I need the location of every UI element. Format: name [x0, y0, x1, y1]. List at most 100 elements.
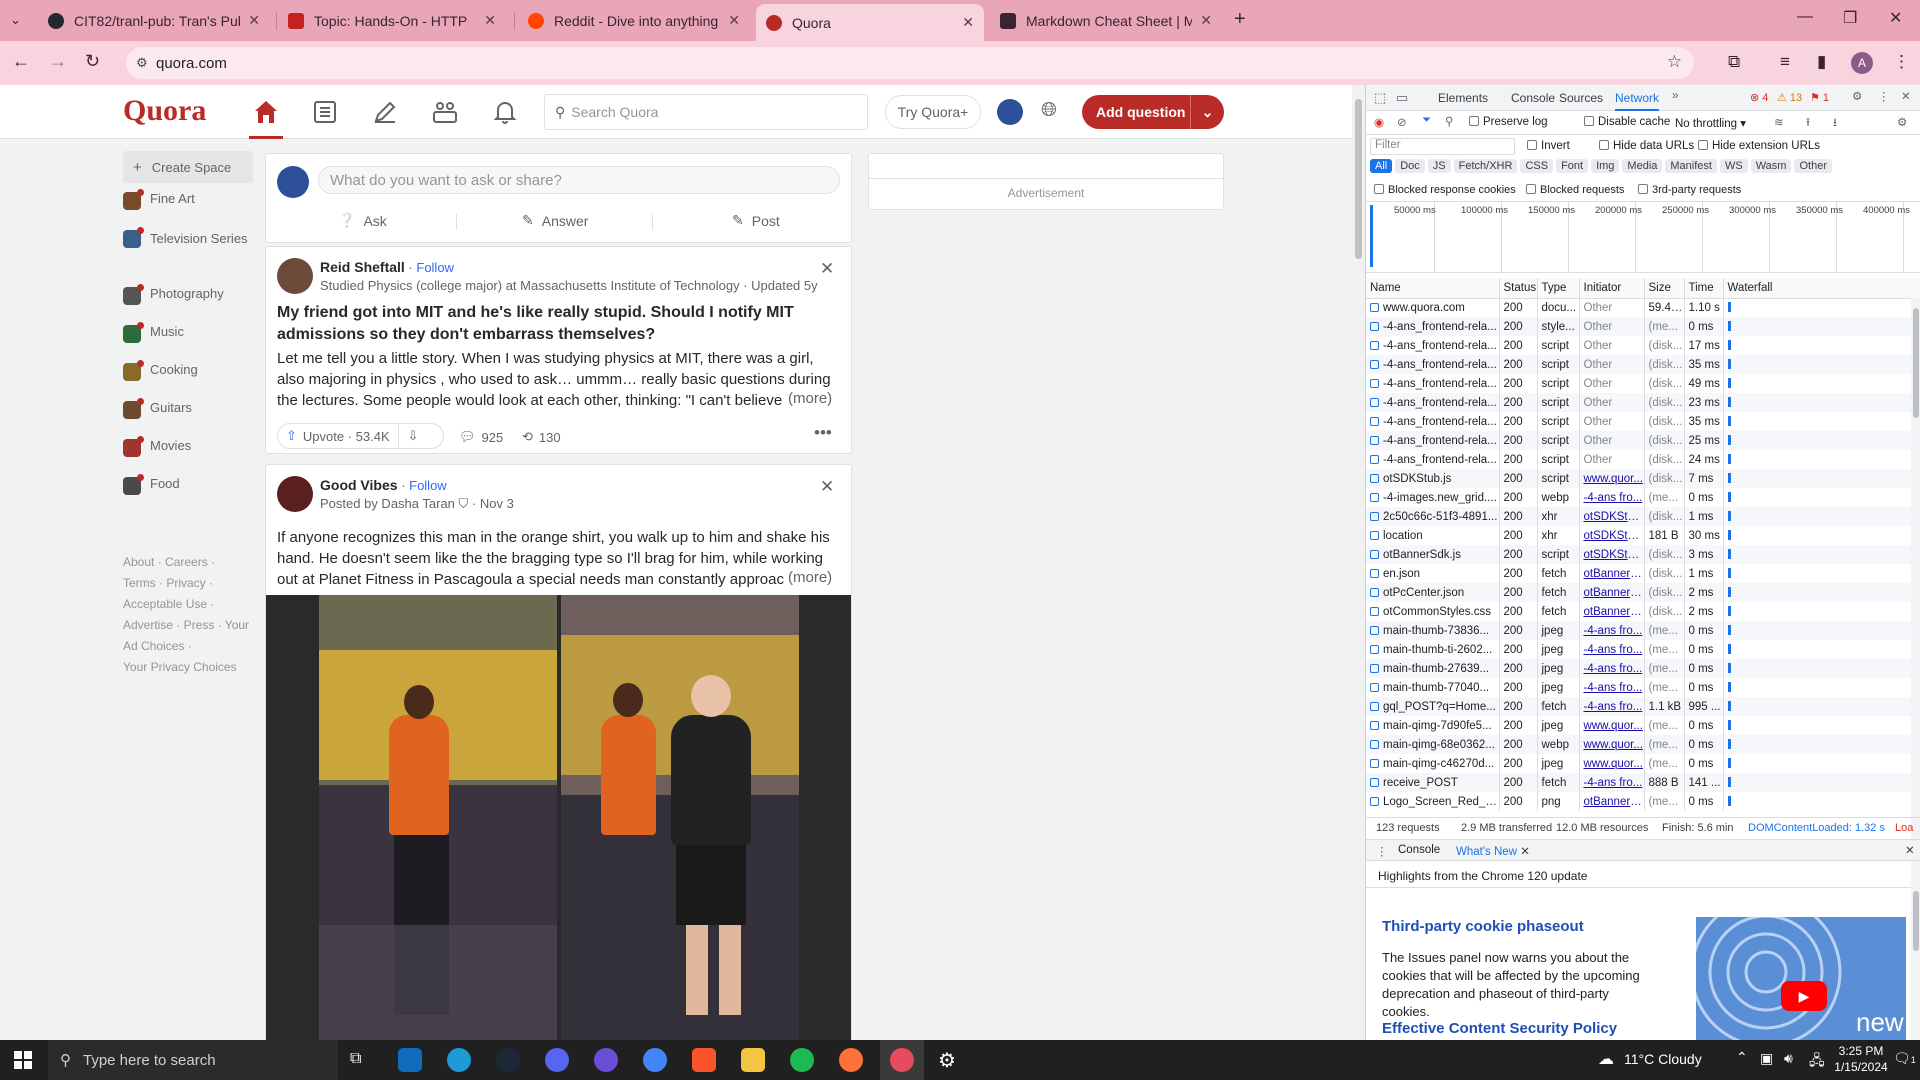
feature-heading[interactable]: Third-party cookie phaseout	[1382, 918, 1584, 935]
table-row[interactable]: -4-ans_frontend-rela... 200 script Other (di…	[1366, 336, 1920, 355]
import-har-icon[interactable]: ⭱	[1806, 115, 1810, 134]
column-header-name[interactable]: Name	[1366, 278, 1500, 299]
footer-link[interactable]: About · Careers ·	[123, 552, 253, 573]
tab-sources[interactable]: Sources	[1559, 91, 1603, 105]
chrome-active-app-icon[interactable]	[890, 1048, 914, 1072]
notifications-nav-icon[interactable]	[485, 97, 525, 127]
play-icon[interactable]: ▶	[1781, 981, 1827, 1011]
filter-chip-img[interactable]: Img	[1591, 159, 1620, 173]
file-explorer-icon[interactable]	[741, 1048, 765, 1072]
warnings-counter[interactable]: ⚠ 13	[1777, 91, 1802, 104]
table-row[interactable]: otCommonStyles.css 200 fetch otBannerS... (d…	[1366, 602, 1920, 621]
sidebar-item-fine-art[interactable]: Fine Art	[123, 189, 253, 229]
close-tab-icon[interactable]: ✕	[1520, 846, 1530, 858]
close-tab-icon[interactable]: ✕	[962, 14, 974, 31]
add-question-button[interactable]: Add question ⌄	[1082, 95, 1224, 129]
close-drawer-icon[interactable]: ✕	[1905, 843, 1915, 857]
table-row[interactable]: www.quora.com 200 docu... Other 59.4 ... 1.10…	[1366, 298, 1920, 317]
quora-logo[interactable]: Quora	[123, 94, 206, 128]
table-row[interactable]: -4-ans_frontend-rela... 200 script Other (di…	[1366, 355, 1920, 374]
filter-input[interactable]: Filter	[1370, 138, 1515, 155]
answer-button[interactable]: ✎ Answer	[522, 212, 588, 229]
footer-link[interactable]: Terms · Privacy ·	[123, 573, 253, 594]
following-nav-icon[interactable]	[305, 97, 345, 127]
close-window-icon[interactable]: ✕	[1889, 8, 1902, 28]
footer-link[interactable]: Acceptable Use ·	[123, 594, 253, 615]
inspect-element-icon[interactable]: ⬚	[1374, 90, 1386, 106]
space-avatar[interactable]	[277, 476, 313, 512]
close-icon[interactable]: ✕	[820, 259, 834, 279]
forward-icon[interactable]: →	[49, 51, 67, 72]
media-controls-icon[interactable]: ≡	[1780, 52, 1790, 72]
posted-by[interactable]: Posted by Dasha Taran	[320, 496, 455, 511]
filter-icon[interactable]: ⏷	[1422, 114, 1431, 127]
drawer-tab-whats-new[interactable]: What's New ✕	[1456, 844, 1530, 858]
browser-tab[interactable]: Topic: Hands-On - HTTP ✕	[278, 0, 506, 41]
tab-elements[interactable]: Elements	[1438, 91, 1488, 105]
volume-icon[interactable]: 🔊︎	[1784, 1050, 1793, 1067]
space-name[interactable]: Good Vibes	[320, 477, 398, 493]
table-row[interactable]: otBannerSdk.js 200 script otSDKStu... (disk.…	[1366, 545, 1920, 564]
post-text-block[interactable]: If anyone recognizes this man in the ora…	[277, 527, 837, 590]
post-button[interactable]: ✎ Post	[732, 212, 780, 229]
user-avatar[interactable]	[997, 99, 1023, 125]
video-thumbnail[interactable]: ▶ new	[1696, 917, 1906, 1040]
footer-link[interactable]: Ad Choices ·	[123, 636, 253, 657]
filter-chip-manifest[interactable]: Manifest	[1665, 159, 1717, 173]
tab-console[interactable]: Console	[1511, 91, 1555, 105]
third-party-checkbox[interactable]: 3rd-party requests	[1638, 184, 1741, 196]
table-row[interactable]: receive_POST 200 fetch -4-ans fro... 888 B 14…	[1366, 773, 1920, 792]
close-tab-icon[interactable]: ✕	[728, 12, 740, 29]
table-row[interactable]: 2c50c66c-51f3-4891... 200 xhr otSDKStu... (d…	[1366, 507, 1920, 526]
quora-search-input[interactable]: ⚲ Search Quora	[544, 94, 868, 130]
extensions-icon[interactable]: ⧉	[1728, 52, 1740, 72]
network-overview-timeline[interactable]: 50000 ms 100000 ms 150000 ms 200000 ms 25000…	[1366, 201, 1920, 273]
hide-extension-urls-checkbox[interactable]: Hide extension URLs	[1698, 140, 1820, 152]
sidebar-item-food[interactable]: Food	[123, 474, 253, 514]
downvote-button[interactable]: ⇩	[397, 424, 428, 448]
sidebar-item-guitars[interactable]: Guitars	[123, 398, 253, 438]
table-row[interactable]: -4-ans_frontend-rela... 200 script Other (di…	[1366, 374, 1920, 393]
home-nav-icon[interactable]	[246, 97, 286, 127]
page-scrollbar[interactable]	[1352, 85, 1365, 1040]
meet-now-icon[interactable]: ▣	[1760, 1050, 1773, 1067]
clock[interactable]: 3:25 PM 1/15/2024	[1832, 1043, 1890, 1075]
mail-app-icon[interactable]	[398, 1048, 422, 1072]
tab-network[interactable]: Network	[1615, 91, 1660, 111]
chrome-app-icon[interactable]	[643, 1048, 667, 1072]
notifications-icon[interactable]: 🗨1	[1893, 1050, 1916, 1067]
devtools-menu-icon[interactable]: ⋮	[1878, 89, 1890, 103]
ask-button[interactable]: ❔ Ask	[338, 212, 387, 229]
ask-share-input[interactable]: What do you want to ask or share?	[318, 166, 840, 194]
weather-text[interactable]: 11°C Cloudy	[1624, 1051, 1702, 1067]
profile-avatar[interactable]: A	[1851, 52, 1873, 74]
table-row[interactable]: otSDKStub.js 200 script www.quor... (disk...…	[1366, 469, 1920, 488]
table-row[interactable]: -4-ans_frontend-rela... 200 style... Other(…	[1366, 317, 1920, 336]
filter-chip-wasm[interactable]: Wasm	[1750, 159, 1792, 173]
table-row[interactable]: -4-images.new_grid.... 200 webp -4-ans fro.…	[1366, 488, 1920, 507]
visual-studio-icon[interactable]	[594, 1048, 618, 1072]
clear-icon[interactable]: ⊘	[1397, 115, 1407, 129]
blocked-cookies-checkbox[interactable]: Blocked response cookies	[1374, 184, 1516, 196]
author-name[interactable]: Reid Sheftall	[320, 259, 405, 275]
drawer-scrollbar[interactable]	[1911, 861, 1920, 1040]
network-icon[interactable]: 🖧	[1809, 1050, 1825, 1074]
spotify-app-icon[interactable]	[790, 1048, 814, 1072]
more-link[interactable]: (more)	[784, 390, 833, 407]
browser-tab[interactable]: Markdown Cheat Sheet | Markd ✕	[990, 0, 1222, 41]
sidebar-item-music[interactable]: Music	[123, 322, 253, 362]
close-icon[interactable]: ✕	[820, 477, 834, 497]
close-tab-icon[interactable]: ✕	[248, 12, 260, 29]
more-options-icon[interactable]: •••	[814, 423, 832, 443]
settings-app-icon[interactable]: ⚙	[938, 1048, 956, 1073]
follow-button[interactable]: Follow	[416, 260, 454, 275]
table-row[interactable]: Logo_Screen_Red_R... 200 png otBannerS... (m…	[1366, 792, 1920, 811]
column-header-type[interactable]: Type	[1537, 278, 1580, 299]
table-row[interactable]: main-qimg-68e0362... 200 webp www.quor... (m…	[1366, 735, 1920, 754]
table-row[interactable]: main-thumb-27639... 200 jpeg -4-ans fro...(…	[1366, 659, 1920, 678]
close-tab-icon[interactable]: ✕	[1200, 12, 1212, 29]
sidebar-item-cooking[interactable]: Cooking	[123, 360, 253, 400]
filter-chip-js[interactable]: JS	[1427, 159, 1451, 173]
browser-tab[interactable]: CIT82/tranl-pub: Tran's Public R ✕	[38, 0, 270, 41]
footer-link[interactable]: Advertise · Press · Your	[123, 615, 253, 636]
